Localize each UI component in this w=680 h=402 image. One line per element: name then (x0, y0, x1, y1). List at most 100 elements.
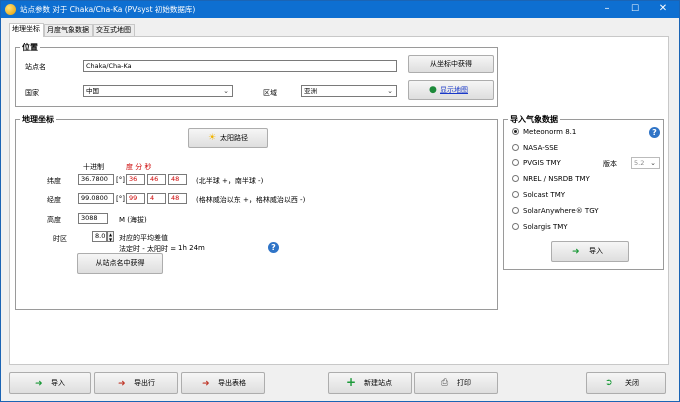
radio-solcast[interactable] (512, 191, 519, 198)
minimize-icon[interactable]: – (593, 1, 621, 18)
chevron-down-icon: ⌄ (650, 159, 656, 167)
export-row-button[interactable]: ➜ 导出行 (94, 372, 178, 394)
globe-icon: ● (429, 85, 437, 95)
altitude-label: 高度 (47, 216, 61, 224)
region-select[interactable]: 亚洲 ⌄ (301, 85, 397, 97)
exit-icon: ➲ (605, 378, 613, 388)
export-table-label: 导出表格 (218, 379, 246, 387)
dms-header: 度 分 秒 (126, 163, 152, 171)
window-title: 站点参数 对于 Chaka/Cha-Ka (PVsyst 初始数据库) (20, 5, 196, 14)
region-value: 亚洲 (304, 87, 317, 95)
timezone-input[interactable]: 8.0 (92, 231, 107, 242)
site-parameters-window: 站点参数 对于 Chaka/Cha-Ka (PVsyst 初始数据库) – ☐ … (0, 0, 680, 402)
close-button[interactable]: ➲ 关闭 (586, 372, 666, 394)
import-meteo-group: 导入气象数据 Meteonorm 8.1 NASA-SSE PVGIS TMY … (503, 114, 664, 270)
longitude-unit: [°] (116, 195, 125, 203)
latitude-decimal-input[interactable]: 36.7800 (78, 174, 114, 185)
import-meteo-button[interactable]: ➜ 导入 (551, 241, 629, 262)
close-icon[interactable]: ✕ (649, 1, 677, 18)
new-site-button[interactable]: + 新建站点 (328, 372, 412, 394)
radio-meteonorm[interactable] (512, 128, 519, 135)
geo-coordinates-group: 地理坐标 ☀ 太阳路径 十进制 度 分 秒 纬度 36.7800 [°] 36 … (15, 114, 498, 310)
site-name-label: 站点名 (25, 63, 46, 71)
longitude-degrees-input[interactable]: 99 (126, 193, 145, 204)
app-icon (5, 4, 16, 15)
radio-pvgis[interactable] (512, 159, 519, 166)
help-icon[interactable]: ? (268, 242, 279, 253)
altitude-unit: M (海拔) (119, 216, 147, 224)
tab-monthly-meteo[interactable]: 月度气象数据 (44, 24, 93, 36)
longitude-seconds-input[interactable]: 48 (168, 193, 187, 204)
maximize-icon[interactable]: ☐ (621, 1, 649, 18)
plus-icon: + (346, 375, 357, 389)
printer-icon: ⎙ (441, 378, 449, 388)
import-button[interactable]: ➜ 导入 (9, 372, 91, 394)
print-label: 打印 (457, 379, 471, 387)
country-label: 国家 (25, 89, 39, 97)
source-label-meteonorm: Meteonorm 8.1 (523, 128, 577, 136)
source-label-solaranywhere: SolarAnywhere® TGY (523, 207, 599, 215)
sun-path-label: 太阳路径 (220, 134, 248, 142)
latitude-seconds-input[interactable]: 48 (168, 174, 187, 185)
latitude-unit: [°] (116, 176, 125, 184)
tab-interactive-map[interactable]: 交互式地图 (93, 24, 135, 36)
export-table-button[interactable]: ➜ 导出表格 (181, 372, 265, 394)
radio-nrel-nsrdb[interactable] (512, 175, 519, 182)
version-value: 5.2 (634, 159, 645, 167)
import-meteo-label: 导入 (589, 247, 603, 255)
title-bar: 站点参数 对于 Chaka/Cha-Ka (PVsyst 初始数据库) – ☐ … (1, 1, 679, 18)
close-label: 关闭 (625, 379, 639, 387)
tab-geographic-coordinates[interactable]: 地理坐标 (9, 23, 44, 37)
export-table-icon: ➜ (202, 379, 210, 389)
radio-solargis[interactable] (512, 223, 519, 230)
location-group-title: 位置 (20, 42, 40, 53)
help-icon[interactable]: ? (649, 127, 660, 138)
version-select[interactable]: 5.2 ⌄ (631, 157, 660, 169)
geo-group-title: 地理坐标 (20, 114, 56, 125)
sun-path-button[interactable]: ☀ 太阳路径 (188, 128, 268, 148)
country-value: 中国 (86, 87, 99, 95)
location-group: 位置 站点名 Chaka/Cha-Ka 国家 中国 ⌄ 区域 亚洲 ⌄ 从坐标中… (15, 42, 498, 107)
chevron-down-icon: ⌄ (223, 87, 229, 95)
source-label-nasa-sse: NASA-SSE (523, 144, 559, 152)
source-label-pvgis: PVGIS TMY (523, 159, 561, 167)
radio-nasa-sse[interactable] (512, 144, 519, 151)
longitude-minutes-input[interactable]: 4 (147, 193, 166, 204)
decimal-header: 十进制 (83, 163, 104, 171)
latitude-minutes-input[interactable]: 46 (147, 174, 166, 185)
chevron-down-icon: ⌄ (387, 87, 393, 95)
print-button[interactable]: ⎙ 打印 (414, 372, 498, 394)
timezone-label: 时区 (53, 235, 67, 243)
region-label: 区域 (263, 89, 277, 97)
show-map-label: 显示地图 (440, 86, 468, 94)
spinner-down-icon[interactable]: ▼ (108, 237, 113, 242)
source-label-nrel-nsrdb: NREL / NSRDB TMY (523, 175, 590, 183)
sun-icon: ☀ (208, 133, 217, 143)
timezone-diff-value: 1h 24m (178, 244, 205, 252)
import-arrow-icon: ➜ (572, 247, 580, 257)
source-label-solcast: Solcast TMY (523, 191, 566, 199)
import-icon: ➜ (35, 379, 43, 389)
latitude-degrees-input[interactable]: 36 (126, 174, 145, 185)
version-label: 版本 (603, 160, 617, 168)
tab-panel: 位置 站点名 Chaka/Cha-Ka 国家 中国 ⌄ 区域 亚洲 ⌄ 从坐标中… (9, 36, 669, 365)
longitude-hint: (格林威治以东 +，格林威治以西 -) (196, 196, 306, 204)
latitude-hint: (北半球 +，南半球 -) (196, 177, 264, 185)
import-label: 导入 (51, 379, 65, 387)
import-group-title: 导入气象数据 (508, 114, 560, 125)
latitude-label: 纬度 (47, 177, 61, 185)
new-site-label: 新建站点 (364, 379, 392, 387)
export-row-icon: ➜ (118, 379, 126, 389)
get-from-site-name-button[interactable]: 从站点名中获得 (77, 253, 163, 274)
altitude-input[interactable]: 3088 (78, 213, 108, 224)
get-from-coords-button[interactable]: 从坐标中获得 (408, 55, 494, 73)
timezone-spinner[interactable]: ▲ ▼ (107, 231, 114, 242)
radio-solaranywhere[interactable] (512, 207, 519, 214)
country-select[interactable]: 中国 ⌄ (83, 85, 233, 97)
longitude-label: 经度 (47, 196, 61, 204)
longitude-decimal-input[interactable]: 99.0800 (78, 193, 114, 204)
timezone-note: 对应的平均差值 (119, 234, 168, 242)
show-map-button[interactable]: ● 显示地图 (408, 80, 494, 100)
source-label-solargis: Solargis TMY (523, 223, 568, 231)
site-name-input[interactable]: Chaka/Cha-Ka (83, 60, 397, 72)
